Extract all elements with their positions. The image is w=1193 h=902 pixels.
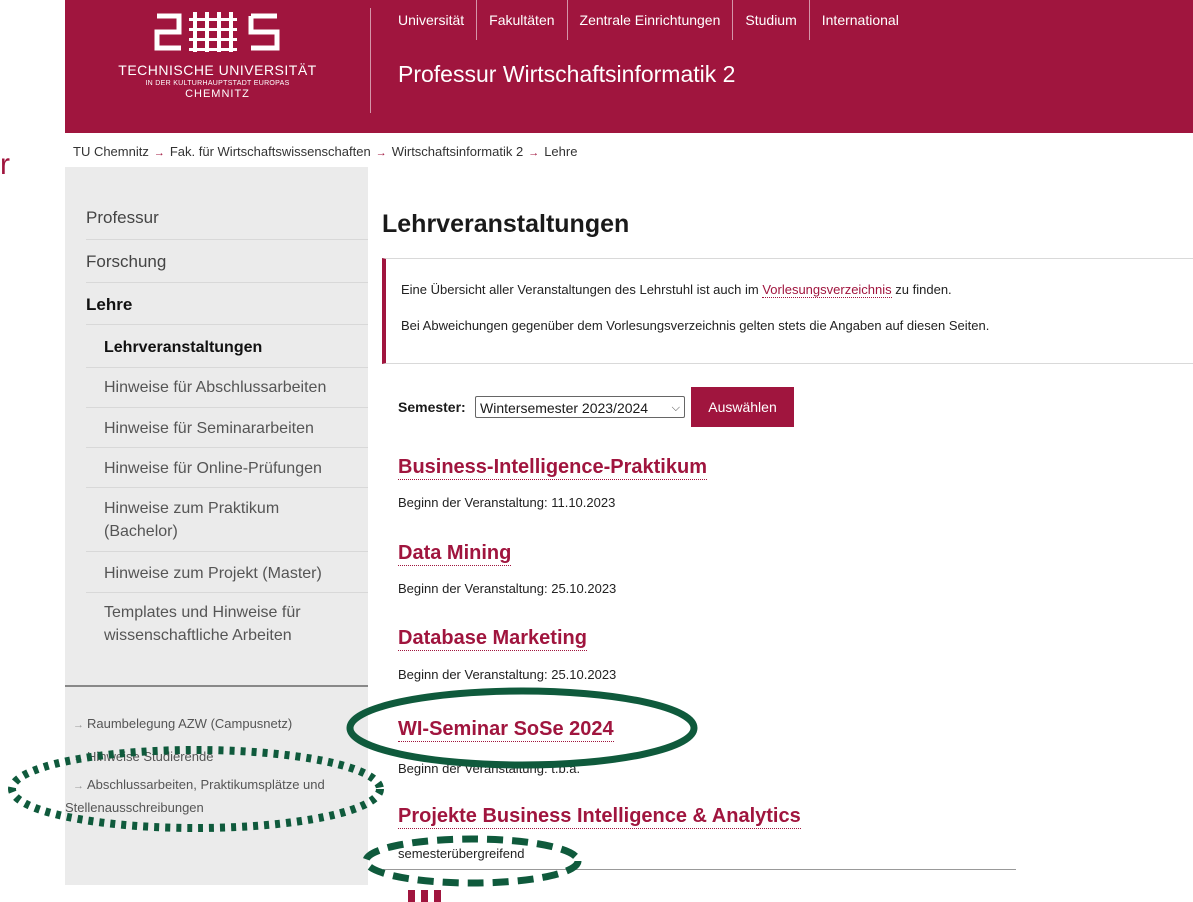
course-title-link[interactable]: Projekte Business Intelligence & Analyti… bbox=[398, 804, 801, 829]
breadcrumb-item[interactable]: Wirtschaftsinformatik 2 bbox=[392, 144, 523, 159]
top-navigation: Universität Fakultäten Zentrale Einricht… bbox=[398, 0, 911, 40]
course-info: Beginn der Veranstaltung: 11.10.2023 bbox=[398, 495, 616, 510]
notice-text: zu finden. bbox=[891, 282, 952, 297]
logo-line-3: CHEMNITZ bbox=[185, 88, 250, 100]
content-divider bbox=[383, 869, 1016, 870]
sidebar-item-forschung[interactable]: Forschung bbox=[86, 252, 368, 272]
chevron-down-icon: ⌵ bbox=[671, 402, 680, 414]
nav-international[interactable]: International bbox=[808, 0, 911, 40]
sidebar-subitem-praktikum[interactable]: Hinweise zum Praktikum (Bachelor) bbox=[104, 497, 352, 543]
department-title[interactable]: Professur Wirtschaftsinformatik 2 bbox=[398, 61, 735, 88]
sidebar-link-label: Raumbelegung AZW (Campusnetz) bbox=[87, 716, 293, 731]
university-logo[interactable]: TECHNISCHE UNIVERSITÄT IN DER KULTURHAUP… bbox=[65, 8, 370, 100]
breadcrumb: TU Chemnitz → Fak. für Wirtschaftswissensc… bbox=[73, 144, 577, 159]
arrow-right-icon: → bbox=[73, 719, 84, 731]
sidebar-link-label: Abschlussarbeiten, Praktikumsplätze und … bbox=[65, 777, 325, 815]
course-title-link[interactable]: Data Mining bbox=[398, 541, 512, 566]
sidebar-divider bbox=[86, 447, 368, 448]
sidebar-subitem-online-pruefungen[interactable]: Hinweise für Online-Prüfungen bbox=[104, 457, 352, 480]
breadcrumb-item[interactable]: TU Chemnitz bbox=[73, 144, 149, 159]
logo-line-1: TECHNISCHE UNIVERSITÄT bbox=[118, 62, 317, 78]
sidebar-divider bbox=[86, 324, 368, 325]
sidebar-divider bbox=[86, 487, 368, 488]
nav-zentrale-einrichtungen[interactable]: Zentrale Einrichtungen bbox=[566, 0, 733, 40]
course-info: Beginn der Veranstaltung: t.b.a. bbox=[398, 761, 581, 776]
sidebar-subitem-projekt[interactable]: Hinweise zum Projekt (Master) bbox=[104, 562, 352, 585]
sidebar-link-raumbelegung[interactable]: → Raumbelegung AZW (Campusnetz) bbox=[73, 713, 363, 736]
sidebar-separator bbox=[65, 685, 368, 687]
notice-line-2: Bei Abweichungen gegenüber dem Vorlesung… bbox=[401, 318, 990, 333]
semester-value: Wintersemester 2023/2024 bbox=[480, 400, 649, 416]
page-title: Lehrveranstaltungen bbox=[382, 210, 630, 238]
notice-line-1: Eine Übersicht aller Veranstaltungen des… bbox=[401, 282, 952, 298]
course-info: Beginn der Veranstaltung: 25.10.2023 bbox=[398, 581, 617, 596]
site-header: TECHNISCHE UNIVERSITÄT IN DER KULTURHAUP… bbox=[65, 0, 1193, 133]
sidebar-item-lehre[interactable]: Lehre bbox=[86, 295, 368, 315]
stray-character: r bbox=[0, 148, 10, 181]
sidebar-subitem-templates[interactable]: Templates und Hinweise für wissenschaftl… bbox=[104, 601, 352, 647]
tu-chemnitz-logo-icon bbox=[154, 12, 279, 52]
sidebar: Professur Forschung Lehre Lehrveranstalt… bbox=[65, 167, 368, 885]
sidebar-item-professur[interactable]: Professur bbox=[86, 208, 368, 228]
arrow-right-icon: → bbox=[73, 752, 84, 764]
sidebar-divider bbox=[86, 282, 368, 283]
vorlesungsverzeichnis-link[interactable]: Vorlesungsverzeichnis bbox=[762, 282, 892, 298]
arrow-right-icon: → bbox=[153, 147, 165, 159]
sidebar-link-hinweise-studierende[interactable]: → Hinweise Studierende bbox=[73, 746, 363, 769]
course-title-link[interactable]: WI-Seminar SoSe 2024 bbox=[398, 717, 614, 742]
arrow-right-icon: → bbox=[375, 147, 387, 159]
sidebar-subitem-abschlussarbeiten[interactable]: Hinweise für Abschlussarbeiten bbox=[104, 376, 352, 399]
logo-line-2: IN DER KULTURHAUPTSTADT EUROPAS bbox=[145, 80, 290, 87]
arrow-right-icon: → bbox=[528, 147, 540, 159]
breadcrumb-item[interactable]: Fak. für Wirtschaftswissenschaften bbox=[170, 144, 371, 159]
select-semester-button[interactable]: Auswählen bbox=[691, 387, 794, 427]
course-info: Beginn der Veranstaltung: 25.10.2023 bbox=[398, 667, 617, 682]
nav-fakultaeten[interactable]: Fakultäten bbox=[476, 0, 566, 40]
sidebar-link-abschlussarbeiten[interactable]: → Abschlussarbeiten, Praktikumsplätze und… bbox=[65, 774, 365, 818]
sidebar-divider bbox=[86, 367, 368, 368]
sidebar-subitem-lehrveranstaltungen[interactable]: Lehrveranstaltungen bbox=[104, 336, 352, 359]
semester-select[interactable]: Wintersemester 2023/2024 ⌵ bbox=[475, 396, 685, 418]
course-info: semesterübergreifend bbox=[398, 846, 525, 861]
sidebar-divider bbox=[86, 407, 368, 408]
more-dots-icon bbox=[408, 889, 448, 902]
arrow-right-icon: → bbox=[73, 780, 84, 792]
sidebar-divider bbox=[86, 239, 368, 240]
sidebar-divider bbox=[86, 592, 368, 593]
sidebar-link-label: Hinweise Studierende bbox=[87, 749, 214, 764]
sidebar-subitem-seminararbeiten[interactable]: Hinweise für Seminararbeiten bbox=[104, 417, 352, 440]
course-title-link[interactable]: Database Marketing bbox=[398, 626, 587, 651]
sidebar-divider bbox=[86, 551, 368, 552]
course-title-link[interactable]: Business-Intelligence-Praktikum bbox=[398, 455, 707, 480]
nav-universitaet[interactable]: Universität bbox=[398, 0, 476, 40]
semester-label: Semester: bbox=[398, 399, 466, 415]
header-divider bbox=[370, 8, 371, 113]
nav-studium[interactable]: Studium bbox=[732, 0, 808, 40]
breadcrumb-item[interactable]: Lehre bbox=[544, 144, 577, 159]
notice-box: Eine Übersicht aller Veranstaltungen des… bbox=[382, 258, 1193, 364]
notice-text: Eine Übersicht aller Veranstaltungen des… bbox=[401, 282, 763, 297]
